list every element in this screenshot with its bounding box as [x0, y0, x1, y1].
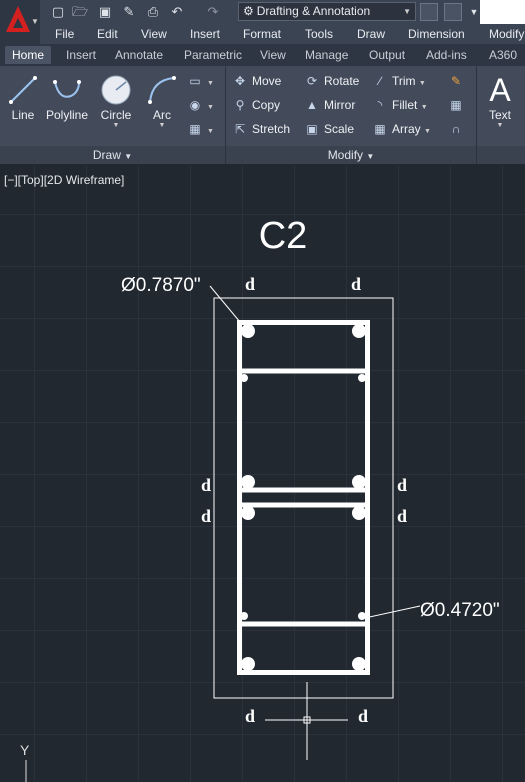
rebar-bar	[352, 324, 366, 338]
marker-d[interactable]: d	[351, 274, 361, 294]
rebar-bar	[241, 475, 255, 489]
ucs-y-label: Y	[20, 742, 30, 758]
rebar-bar	[358, 612, 366, 620]
marker-d[interactable]: d	[245, 274, 255, 294]
marker-d[interactable]: d	[245, 706, 255, 726]
marker-d[interactable]: d	[397, 506, 407, 526]
crosshair-cursor	[265, 682, 348, 760]
drawing-title: C2	[259, 215, 308, 257]
dimension-bottom[interactable]: Ø0.4720"	[420, 600, 500, 621]
drawing: C2 Ø0.7870" Ø0.4720" d d d d d d d d	[25, 215, 500, 782]
rebar-bar	[358, 374, 366, 382]
marker-d[interactable]: d	[201, 475, 211, 495]
rebar-bar	[241, 657, 255, 671]
rebar-bar	[240, 612, 248, 620]
marker-d[interactable]: d	[397, 475, 407, 495]
rebar-bar	[241, 324, 255, 338]
marker-d[interactable]: d	[201, 506, 211, 526]
rebar-bar	[352, 506, 366, 520]
marker-d[interactable]: d	[358, 706, 368, 726]
rebar-bar	[352, 475, 366, 489]
rebar-bar	[352, 657, 366, 671]
rebar-stirrup[interactable]	[237, 320, 370, 675]
stirrup-frame	[237, 320, 370, 675]
dimension-top[interactable]: Ø0.7870"	[121, 275, 201, 296]
rebar-bar	[240, 374, 248, 382]
d-markers: d d d d d d d d	[201, 274, 407, 726]
rebar-bar	[241, 506, 255, 520]
rebar-bars[interactable]	[240, 324, 366, 671]
